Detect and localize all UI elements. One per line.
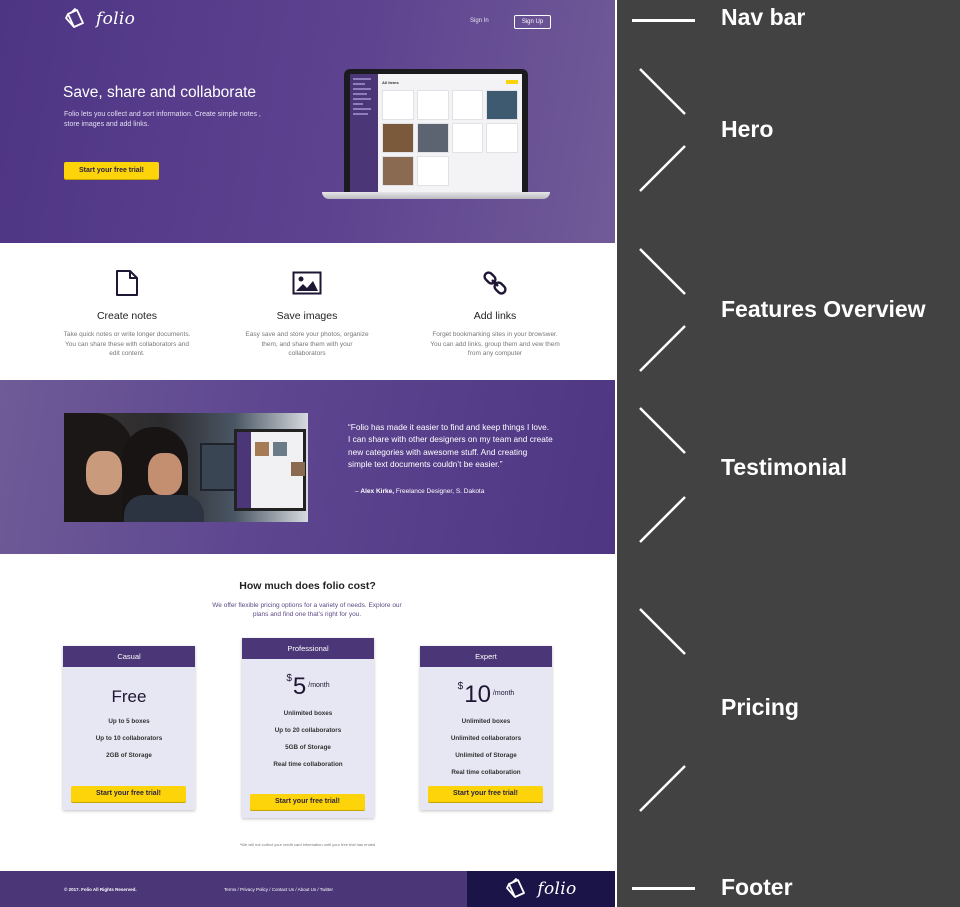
hero-section: folio Sign In Sign Up Save, share and co…	[0, 0, 615, 243]
plan-card-casual: Casual Free Up to 5 boxes Up to 10 colla…	[63, 646, 195, 810]
document-icon	[116, 270, 138, 296]
hero-title: Save, share and collaborate	[63, 84, 257, 101]
annotation-line-footer	[632, 887, 695, 890]
testimonial-photo	[64, 413, 308, 522]
pricing-section: How much does folio cost? We offer flexi…	[0, 554, 615, 871]
annotation-label-hero: Hero	[721, 116, 774, 142]
annotation-bracket-pricing	[639, 608, 686, 812]
testimonial-quote: “Folio has made it easier to find and ke…	[348, 422, 553, 469]
plan-features: Unlimited boxes Unlimited collaborators …	[450, 718, 522, 776]
logo[interactable]: folio	[64, 8, 135, 30]
pricing-title: How much does folio cost?	[239, 580, 376, 592]
annotation-label-features-overview: Features Overview	[721, 296, 926, 322]
testimonial-role: Freelance Designer, S. Dakota	[394, 488, 485, 495]
footer-link-privacy[interactable]: Privacy Policy	[240, 887, 268, 892]
plan-features: Up to 5 boxes Up to 10 collaborators 2GB…	[95, 718, 163, 759]
annotation-panel: Nav bar Hero Features Overview Testimoni…	[615, 0, 960, 907]
plan-name: Expert	[420, 646, 552, 667]
plan-cta-button[interactable]: Start your free trial!	[428, 786, 543, 802]
annotation-bracket-hero	[639, 68, 686, 192]
feature-add-links: Add links Forget bookmarking sites in yo…	[430, 268, 560, 359]
hero-subtitle: Folio lets you collect and sort informat…	[64, 111, 261, 128]
feature-title: Add links	[473, 310, 517, 322]
pricing-subtitle: We offer flexible pricing options for a …	[212, 602, 402, 618]
copyright: © 2017. Folio All Rights Reserved.	[64, 887, 137, 892]
plan-name: Casual	[63, 646, 195, 667]
feature-text: Easy save and store your photos, organiz…	[245, 331, 369, 357]
plan-price: $5/month	[286, 673, 330, 700]
annotation-bracket-features	[639, 248, 686, 372]
footer-link-terms[interactable]: Terms	[224, 887, 236, 892]
folio-logo-icon	[65, 8, 84, 28]
footer: © 2017. Folio All Rights Reserved. Terms…	[0, 871, 615, 907]
mockup-button	[506, 80, 518, 84]
link-icon	[483, 271, 507, 295]
laptop-mockup: All items	[322, 69, 550, 199]
plan-cta-button[interactable]: Start your free trial!	[250, 794, 365, 810]
logo-text: folio	[96, 9, 136, 29]
annotation-bracket-testimonial	[639, 407, 686, 543]
footer-link-about[interactable]: About Us	[298, 887, 317, 892]
footer-link-contact[interactable]: Contact Us	[272, 887, 294, 892]
laptop-base	[322, 192, 550, 199]
pricing-note: *We will not collect your credit card in…	[239, 842, 376, 847]
hero-cta-button[interactable]: Start your free trial!	[64, 162, 159, 179]
footer-brand[interactable]: folio	[467, 871, 615, 907]
testimonial-author: Alex Kirke,	[360, 488, 395, 495]
sign-up-button[interactable]: Sign Up	[514, 15, 551, 29]
feature-save-images: Save images Easy save and store your pho…	[242, 268, 372, 359]
nav-bar: folio Sign In Sign Up	[0, 0, 615, 40]
mockup-header: All items	[382, 79, 399, 85]
laptop-screen: All items	[344, 69, 528, 194]
annotation-label-nav-bar: Nav bar	[721, 4, 806, 30]
plan-card-expert: Expert $10/month Unlimited boxes Unlimit…	[420, 646, 552, 810]
footer-link-twitter[interactable]: Twitter	[320, 887, 333, 892]
annotation-label-testimonial: Testimonial	[721, 454, 848, 480]
plan-features: Unlimited boxes Up to 20 collaborators 5…	[273, 710, 343, 768]
plan-price: Free	[111, 687, 147, 706]
footer-logo-text: folio	[537, 879, 577, 899]
plan-card-professional: Professional $5/month Unlimited boxes Up…	[242, 638, 374, 818]
feature-create-notes: Create notes Take quick notes or write l…	[62, 268, 192, 359]
plan-cta-button[interactable]: Start your free trial!	[71, 786, 186, 802]
annotation-label-pricing: Pricing	[721, 694, 799, 720]
mockup-grid	[382, 90, 518, 186]
annotation-label-footer: Footer	[721, 874, 793, 900]
testimonial-section: “Folio has made it easier to find and ke…	[0, 380, 615, 554]
plan-name: Professional	[242, 638, 374, 659]
folio-logo-icon	[506, 878, 526, 898]
annotation-line-nav	[632, 19, 695, 22]
mockup-sidebar	[350, 74, 378, 193]
feature-title: Save images	[276, 310, 338, 322]
feature-text: Take quick notes or write longer documen…	[63, 331, 191, 357]
image-icon	[292, 271, 322, 295]
landing-page: folio Sign In Sign Up Save, share and co…	[0, 0, 615, 907]
feature-text: Forget bookmarking sites in your browswe…	[430, 331, 560, 357]
testimonial-author-line: – Alex Kirke, Freelance Designer, S. Dak…	[355, 488, 485, 495]
footer-links: Terms / Privacy Policy / Contact Us / Ab…	[224, 887, 334, 892]
plan-price: $10/month	[457, 681, 515, 708]
feature-title: Create notes	[96, 310, 158, 322]
features-section: Create notes Take quick notes or write l…	[0, 243, 615, 380]
sign-in-link[interactable]: Sign In	[470, 18, 489, 24]
